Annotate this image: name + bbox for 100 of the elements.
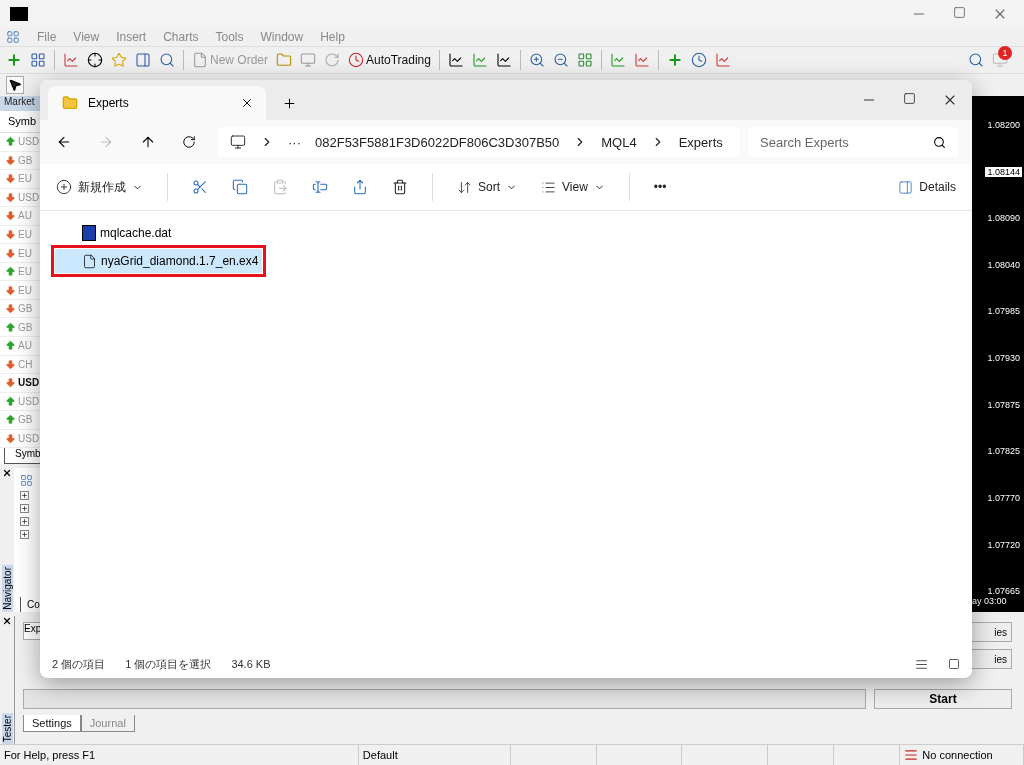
symbol-text[interactable]: USD — [18, 191, 40, 203]
close-icon[interactable] — [2, 467, 12, 478]
file-icon — [82, 253, 97, 269]
price-label: 1.07985 — [986, 306, 1021, 317]
path-segment[interactable]: MQL4 — [601, 134, 637, 150]
plus-circle-icon — [56, 179, 72, 195]
back-icon[interactable] — [56, 134, 72, 150]
connection-status: No connection — [922, 749, 993, 761]
path-segment[interactable]: Experts — [678, 134, 723, 150]
symbol-text[interactable]: AU — [18, 340, 32, 352]
tab[interactable]: Journal — [80, 715, 135, 733]
refresh-icon[interactable] — [182, 135, 196, 149]
panel-title: Navigator — [1, 565, 13, 613]
sort-icon — [457, 179, 472, 195]
copy-icon[interactable] — [232, 179, 248, 195]
close-icon[interactable] — [2, 616, 12, 627]
sort-button[interactable]: Sort — [457, 179, 517, 195]
status-text: 1 個の項目を選択 — [125, 656, 212, 672]
panel-title: Tester — [1, 712, 13, 744]
symbol-text[interactable]: USD — [18, 377, 40, 389]
path-segment[interactable]: 082F53F5881F3D6022DF806C3D307B50 — [315, 134, 560, 150]
address-bar[interactable]: ··· 082F53F5881F3D6022DF806C3D307B50 MQL4 Experts — [218, 127, 740, 157]
time-label: ay 03:00 — [972, 596, 1008, 607]
help-text: For Help, press F1 — [4, 749, 96, 761]
menu-item[interactable]: Help — [320, 29, 345, 44]
expand-icon[interactable] — [20, 503, 29, 513]
up-icon[interactable] — [140, 134, 156, 150]
notification-badge: 1 — [998, 45, 1012, 60]
menu-item[interactable]: Insert — [116, 29, 147, 44]
symbol-text[interactable]: GB — [18, 321, 33, 333]
folder-tab[interactable]: Experts — [48, 86, 266, 120]
list-icon — [541, 179, 556, 195]
search-icon — [933, 135, 946, 149]
new-button[interactable]: 新規作成 — [56, 178, 143, 196]
menu-item[interactable]: Tools — [215, 29, 244, 44]
price-label: 1.07825 — [986, 446, 1021, 457]
details-pane-icon — [898, 179, 914, 195]
symbol-text[interactable]: EU — [18, 173, 32, 185]
auto-trading-button[interactable]: AutoTrading — [348, 51, 431, 68]
menu-item[interactable]: Window — [260, 29, 304, 44]
price-label: 1.08144 — [985, 166, 1022, 177]
expand-icon[interactable] — [20, 529, 29, 539]
symbol-text[interactable]: GB — [18, 303, 33, 315]
menu-item[interactable]: View — [73, 29, 100, 44]
symbol-text[interactable]: AU — [18, 210, 32, 222]
status-text: 2 個の項目 — [52, 656, 106, 672]
close-icon[interactable] — [240, 96, 254, 110]
search-icon[interactable] — [968, 51, 984, 68]
tab[interactable]: Settings — [23, 715, 81, 733]
symbol-text[interactable]: USD — [18, 136, 40, 148]
tiles-view-icon[interactable] — [948, 658, 960, 670]
symbol-text[interactable]: GB — [18, 414, 33, 426]
data-file-icon — [82, 225, 96, 241]
symbol-text[interactable]: EU — [18, 228, 32, 240]
menu-item[interactable]: File — [37, 29, 57, 44]
price-label: 1.07770 — [986, 492, 1021, 503]
details-view-icon[interactable] — [915, 657, 928, 671]
status-text: 34.6 KB — [231, 658, 271, 670]
crosshair-icon[interactable] — [87, 51, 103, 68]
delete-icon[interactable] — [392, 179, 408, 195]
folder-icon — [62, 95, 78, 111]
price-label: 1.08040 — [986, 259, 1021, 270]
symbol-text[interactable]: CH — [18, 358, 33, 370]
symbol-text[interactable]: USD — [18, 395, 40, 407]
app-logo-icon — [10, 7, 28, 21]
symbol-text[interactable]: USD — [18, 432, 40, 444]
view-button[interactable]: View — [541, 179, 605, 195]
new-order-button[interactable]: New Order — [192, 51, 268, 68]
expand-icon[interactable] — [20, 516, 29, 526]
profile-name: Default — [362, 749, 398, 761]
symbol-text[interactable]: GB — [18, 154, 33, 166]
price-label: 1.07720 — [986, 539, 1021, 550]
properties-button[interactable]: ies — [970, 622, 1012, 643]
expand-icon[interactable] — [20, 490, 29, 500]
rename-icon[interactable] — [312, 179, 328, 195]
maximize-icon[interactable] — [953, 6, 966, 19]
price-label: 1.07930 — [986, 353, 1021, 363]
search-field[interactable]: Search Experts — [748, 127, 958, 157]
price-label: 1.08090 — [986, 213, 1021, 224]
menu-item[interactable]: Charts — [163, 29, 199, 44]
details-button[interactable]: Details — [898, 179, 956, 195]
zoom-out-icon[interactable] — [552, 51, 569, 68]
path-overflow[interactable]: ··· — [288, 134, 301, 150]
new-tab-icon[interactable] — [282, 95, 297, 111]
price-label: 1.07665 — [986, 586, 1021, 597]
zoom-in-icon[interactable] — [528, 51, 545, 68]
maximize-icon[interactable] — [903, 92, 916, 105]
symbol-text[interactable]: EU — [18, 284, 32, 296]
symbol-text[interactable]: EU — [18, 266, 32, 278]
computer-icon — [230, 134, 246, 150]
pointer-tool[interactable] — [6, 75, 24, 94]
start-button[interactable]: Start — [874, 689, 1012, 710]
properties-button[interactable]: ies — [970, 649, 1012, 670]
price-label: 1.08200 — [986, 119, 1021, 130]
share-icon[interactable] — [352, 179, 368, 195]
symbol-text[interactable]: EU — [18, 247, 32, 259]
price-label: 1.07875 — [986, 399, 1021, 410]
cut-icon[interactable] — [192, 179, 208, 195]
explorer-entry[interactable]: mqlcache.dat — [55, 221, 176, 245]
more-button[interactable]: ••• — [653, 180, 667, 194]
